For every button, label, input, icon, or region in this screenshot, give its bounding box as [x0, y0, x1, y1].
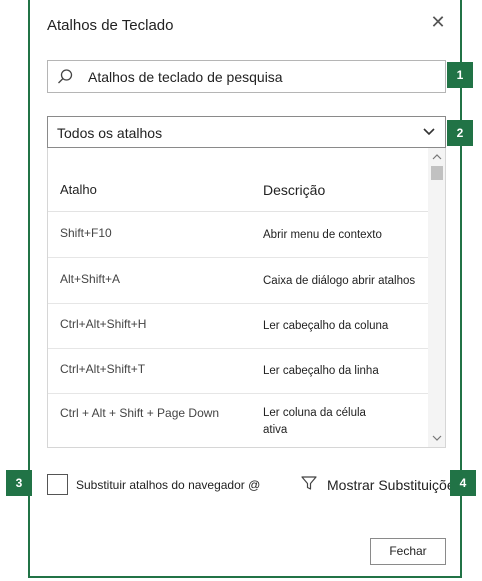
close-icon[interactable]: ✕	[428, 12, 448, 32]
table-row: Alt+Shift+A Caixa de diálogo abrir atalh…	[48, 258, 428, 304]
override-browser-shortcuts-checkbox[interactable]	[47, 474, 68, 495]
callout-badge-4: 4	[450, 470, 476, 496]
shortcut-description: Ler cabeçalho da linha	[263, 365, 379, 377]
override-checkbox-label: Substituir atalhos do navegador @	[76, 478, 261, 492]
table-header: Atalho Descrição	[48, 148, 428, 212]
search-text: Atalhos de teclado de pesquisa	[88, 69, 283, 85]
shortcut-keys: Ctrl+Alt+Shift+H	[60, 317, 147, 331]
close-button[interactable]: Fechar	[370, 538, 446, 565]
vertical-scrollbar[interactable]	[428, 148, 445, 447]
callout-badge-3: 3	[6, 470, 32, 496]
chevron-down-icon	[423, 128, 435, 136]
search-icon	[58, 69, 73, 84]
table-row: Ctrl+Alt+Shift+T Ler cabeçalho da linha	[48, 348, 428, 394]
shortcut-keys: Alt+Shift+A	[60, 272, 121, 286]
callout-badge-1: 1	[447, 62, 473, 88]
search-input[interactable]: Atalhos de teclado de pesquisa	[47, 60, 446, 93]
callout-badge-2: 2	[447, 120, 473, 146]
scrollbar-thumb[interactable]	[431, 166, 443, 180]
table-row: Shift+F10 Abrir menu de contexto	[48, 212, 428, 258]
dialog-title: Atalhos de Teclado	[47, 17, 174, 34]
shortcut-filter-dropdown[interactable]: Todos os atalhos	[47, 116, 446, 148]
shortcut-description: Ler cabeçalho da coluna	[263, 320, 389, 332]
filter-icon[interactable]	[300, 474, 318, 492]
table-row: Ctrl+Alt+Shift+H Ler cabeçalho da coluna	[48, 303, 428, 349]
shortcut-description: Caixa de diálogo abrir atalhos	[263, 275, 416, 287]
shortcut-keys: Ctrl + Alt + Shift + Page Down	[60, 406, 220, 420]
column-header-shortcut: Atalho	[60, 182, 97, 197]
shortcut-keys: Shift+F10	[60, 226, 112, 240]
shortcuts-table: Atalho Descrição Shift+F10 Abrir menu de…	[47, 148, 446, 448]
show-overrides-label[interactable]: Mostrar Substituições	[327, 477, 462, 493]
scroll-down-icon[interactable]	[431, 433, 443, 443]
shortcut-description: Abrir menu de contexto	[263, 229, 382, 241]
dropdown-selected-value: Todos os atalhos	[57, 125, 163, 141]
shortcut-description: Ler coluna da célula ativa	[263, 407, 366, 436]
scroll-up-icon[interactable]	[431, 152, 443, 162]
table-row: Ctrl + Alt + Shift + Page Down Ler colun…	[48, 393, 428, 447]
shortcut-keys: Ctrl+Alt+Shift+T	[60, 362, 146, 376]
column-header-description: Descrição	[263, 182, 326, 198]
